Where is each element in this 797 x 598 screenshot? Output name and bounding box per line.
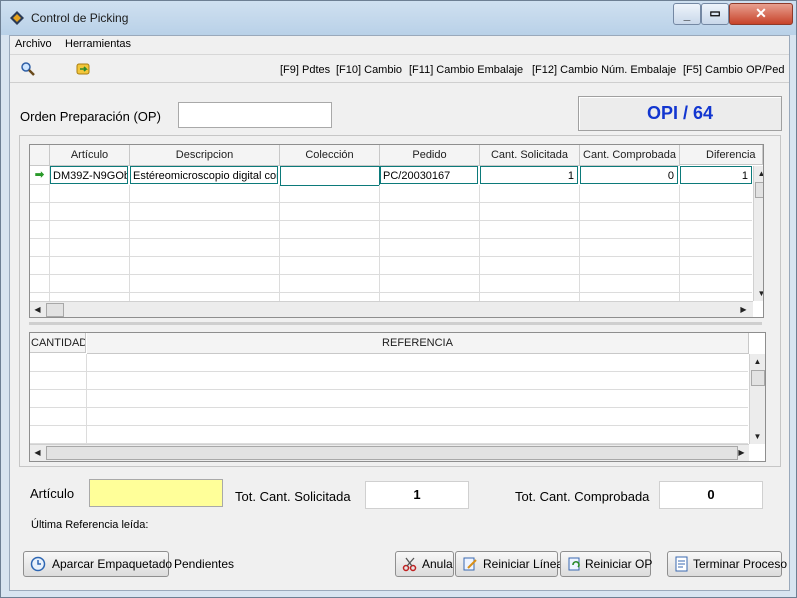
- scroll-thumb[interactable]: [46, 446, 738, 460]
- cell-articulo[interactable]: DM39Z-N9GOb: [50, 166, 128, 184]
- key-f12-cambio-num-embalaje[interactable]: [F12] Cambio Núm. Embalaje: [532, 64, 676, 76]
- row-pointer-arrow-icon: ➡: [30, 166, 50, 185]
- col-header-articulo[interactable]: Artículo: [50, 145, 130, 166]
- articulo-scan-input[interactable]: [89, 479, 223, 507]
- aparcar-empaquetado-label: Aparcar Empaquetado: [52, 557, 173, 571]
- edit-document-icon: [463, 557, 477, 571]
- diamond-app-icon: [10, 11, 24, 25]
- maximize-button[interactable]: ▭: [701, 3, 729, 25]
- scroll-thumb[interactable]: [751, 370, 765, 386]
- op-display-value: OPI / 64: [646, 103, 714, 123]
- anula-label: Anula: [422, 557, 453, 571]
- terminar-proceso-label: Terminar Proceso: [693, 557, 788, 571]
- reference-grid[interactable]: CANTIDAD REFERENCIA ▲ ▼ ◀ ▶: [29, 332, 766, 462]
- row-selector-header: [30, 145, 50, 166]
- scroll-up-icon[interactable]: ▲: [754, 166, 763, 181]
- finish-document-icon: [675, 556, 688, 572]
- col-header-diferencia[interactable]: Diferencia: [680, 145, 763, 165]
- scroll-up-icon[interactable]: ▲: [750, 354, 765, 369]
- menu-herramientas[interactable]: Herramientas: [65, 38, 131, 50]
- cell-pedido[interactable]: PC/20030167: [380, 166, 478, 184]
- grid-line: [86, 354, 87, 444]
- reference-grid-vertical-scrollbar[interactable]: ▲ ▼: [749, 354, 765, 444]
- menu-bar: Archivo Herramientas: [10, 36, 789, 55]
- close-button[interactable]: ✕: [729, 3, 793, 25]
- cell-diferencia[interactable]: 1: [680, 166, 752, 184]
- orden-preparacion-input[interactable]: [178, 102, 332, 128]
- scroll-right-icon[interactable]: ▶: [734, 445, 749, 460]
- col-header-cant-comprobada[interactable]: Cant. Comprobada: [580, 145, 680, 166]
- scissors-icon: [402, 557, 417, 572]
- grid-splitter[interactable]: [29, 322, 762, 325]
- terminar-proceso-button[interactable]: Terminar Proceso: [667, 551, 787, 577]
- maximize-icon: ▭: [709, 6, 721, 20]
- client-area: Archivo Herramientas [F9] Pdtes [F10] Ca…: [9, 35, 790, 591]
- grid-line: [129, 185, 130, 301]
- col-header-descripcion[interactable]: Descripcion: [130, 145, 280, 166]
- tot-solicitada-value: 1: [365, 481, 469, 509]
- empty-grid-rows: [30, 354, 748, 444]
- tot-comprobada-value: 0: [659, 481, 763, 509]
- main-panel: Orden Preparación (OP) OPI / 64 Artículo…: [10, 84, 789, 589]
- scroll-down-icon[interactable]: ▼: [750, 429, 765, 444]
- grid-line: [479, 185, 480, 301]
- grid-line: [379, 185, 380, 301]
- orden-preparacion-label: Orden Preparación (OP): [20, 109, 161, 124]
- col-header-coleccion[interactable]: Colección: [280, 145, 380, 166]
- op-display-panel: OPI / 64: [578, 96, 782, 131]
- reiniciar-linea-label: Reiniciar Línea: [483, 557, 564, 571]
- scroll-left-icon[interactable]: ◀: [30, 302, 45, 317]
- scroll-down-icon[interactable]: ▼: [754, 286, 763, 301]
- pendientes-label: Pendientes: [174, 557, 235, 571]
- lines-grid[interactable]: Artículo Descripcion Colección Pedido Ca…: [29, 144, 764, 318]
- col-header-referencia[interactable]: REFERENCIA: [87, 333, 749, 354]
- reiniciar-linea-button[interactable]: Reiniciar Línea: [455, 551, 563, 577]
- title-bar[interactable]: Control de Picking _ ▭ ✕: [1, 1, 796, 35]
- grid-line: [579, 185, 580, 301]
- app-window: Control de Picking _ ▭ ✕ Archivo Herrami…: [0, 0, 797, 598]
- minimize-icon: _: [683, 8, 691, 22]
- cell-descripcion[interactable]: Estéreomicroscopio digital con: [130, 166, 278, 184]
- col-header-pedido[interactable]: Pedido: [380, 145, 480, 166]
- clock-icon: [30, 556, 46, 572]
- minimize-button[interactable]: _: [673, 3, 701, 25]
- key-f5-cambio-op-ped[interactable]: [F5] Cambio OP/Ped: [683, 64, 785, 76]
- cell-coleccion[interactable]: [280, 166, 380, 186]
- toolbar: [F9] Pdtes [F10] Cambio [F11] Cambio Emb…: [10, 55, 789, 83]
- reset-document-icon: [568, 557, 580, 571]
- scroll-right-icon[interactable]: ▶: [736, 302, 751, 317]
- refresh-icon[interactable]: [75, 61, 91, 77]
- key-f11-cambio-embalaje[interactable]: [F11] Cambio Embalaje: [409, 64, 523, 76]
- anula-button[interactable]: Anula: [395, 551, 454, 577]
- empty-grid-rows: [30, 185, 752, 301]
- articulo-label: Artículo: [30, 486, 75, 501]
- tot-comprobada-label: Tot. Cant. Comprobada: [515, 489, 650, 504]
- ultima-referencia-label: Última Referencia leída:: [31, 519, 149, 531]
- grid-line: [49, 185, 50, 301]
- search-icon[interactable]: [20, 61, 36, 77]
- lines-grid-horizontal-scrollbar[interactable]: ◀ ▶: [30, 301, 753, 317]
- scroll-left-icon[interactable]: ◀: [30, 445, 45, 460]
- window-title: Control de Picking: [31, 11, 129, 25]
- grids-panel: Artículo Descripcion Colección Pedido Ca…: [19, 135, 781, 467]
- key-f10-cambio[interactable]: [F10] Cambio: [336, 64, 402, 76]
- grid-line: [679, 185, 680, 301]
- cell-cant-comprobada[interactable]: 0: [580, 166, 678, 184]
- key-f9-pendientes[interactable]: [F9] Pdtes: [280, 64, 330, 76]
- aparcar-empaquetado-button[interactable]: Aparcar Empaquetado: [23, 551, 173, 577]
- reiniciar-op-label: Reiniciar OP: [585, 557, 653, 571]
- scroll-thumb[interactable]: [755, 182, 763, 198]
- tot-solicitada-label: Tot. Cant. Solicitada: [235, 489, 351, 504]
- lines-grid-vertical-scrollbar[interactable]: ▲ ▼: [753, 166, 763, 301]
- cell-cant-solicitada[interactable]: 1: [480, 166, 578, 184]
- scroll-thumb[interactable]: [46, 303, 64, 317]
- grid-line: [279, 185, 280, 301]
- reiniciar-op-button[interactable]: Reiniciar OP: [560, 551, 653, 577]
- menu-archivo[interactable]: Archivo: [15, 38, 52, 50]
- col-header-cant-solicitada[interactable]: Cant. Solicitada: [480, 145, 580, 166]
- close-icon: ✕: [755, 5, 767, 21]
- col-header-cantidad[interactable]: CANTIDAD: [30, 333, 86, 353]
- reference-grid-horizontal-scrollbar[interactable]: ◀ ▶: [30, 444, 749, 461]
